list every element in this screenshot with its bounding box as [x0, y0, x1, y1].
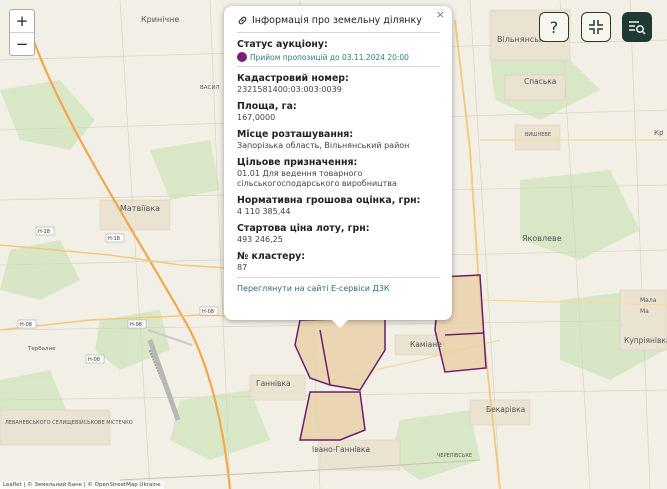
place-label: Яковлеве: [522, 234, 562, 243]
purpose-value: 01.01 Для ведення товарного сільськогосп…: [237, 169, 397, 188]
help-button[interactable]: ?: [539, 12, 569, 42]
link-icon: [238, 16, 247, 24]
start-price-label: Стартова ціна лоту, грн:: [237, 223, 370, 234]
svg-text:H-18: H-18: [108, 236, 120, 242]
svg-text:H-08: H-08: [88, 357, 100, 363]
area-label: Площа, га:: [237, 101, 297, 112]
cadastral-value: 2321581400:03:003:0039: [237, 85, 342, 94]
purpose-label: Цільове призначення:: [237, 157, 358, 168]
place-label: Кринічне: [141, 15, 179, 24]
zoom-control: + −: [9, 9, 35, 56]
svg-text:H-08: H-08: [202, 309, 214, 315]
svg-text:H-08: H-08: [130, 322, 142, 328]
place-label: Вільнянськ: [497, 35, 544, 44]
place-label: ВАСИЛ: [200, 85, 220, 91]
map-frame: Кринічне Вільнянськ Спаська Матвіївка Як…: [0, 0, 667, 489]
status-label: Статус аукціону:: [237, 39, 328, 50]
valuation-value: 4 110 385,44: [237, 207, 291, 216]
place-label: Кр: [654, 129, 664, 137]
popup-close-button[interactable]: ×: [436, 8, 445, 21]
place-label: ВИШНЕВЕ: [525, 132, 551, 138]
zoom-in-button[interactable]: +: [10, 10, 34, 32]
cadastral-label: Кадастровий номер:: [237, 73, 349, 84]
popup-divider: [237, 66, 440, 67]
popup-tip: [331, 319, 349, 328]
status-row: Прийом пропозицій до 03.11.2024 20:00: [237, 52, 440, 62]
svg-text:H-18: H-18: [38, 229, 50, 235]
place-label: Мала: [640, 297, 657, 304]
svg-text:H-08: H-08: [20, 322, 32, 328]
popup-divider: [237, 277, 440, 278]
location-label: Місце розташування:: [237, 129, 354, 140]
area-value: 167,0000: [237, 113, 276, 122]
parcel[interactable]: [299, 391, 366, 441]
map-attribution: Leaflet | © Земельний Банк | © OpenStree…: [0, 481, 164, 489]
zoom-out-button[interactable]: −: [10, 32, 34, 55]
parcel-info-popup: × Інформація про земельну ділянку Статус…: [224, 6, 452, 320]
popup-divider: [237, 32, 440, 33]
place-label: Івано-Ганнівка: [312, 445, 370, 454]
place-label: Каміане: [410, 340, 442, 349]
location-value: Запорізька область, Вільнянський район: [237, 141, 410, 150]
place-label: Ганнівка: [256, 379, 291, 388]
place-label: Матвіївка: [120, 204, 160, 213]
search-list-icon: [629, 21, 646, 35]
cluster-label: № кластеру:: [237, 251, 306, 262]
popup-title: Інформація про земельну ділянку: [252, 14, 422, 26]
search-list-button[interactable]: [622, 12, 652, 42]
status-dot-icon: [237, 52, 247, 62]
valuation-label: Нормативна грошова оцінка, грн:: [237, 195, 421, 206]
place-label: Бекарівка: [486, 405, 525, 414]
popup-header: Інформація про земельну ділянку: [237, 12, 440, 28]
place-label: ЧЕРЕПІВСЬКЕ: [437, 453, 472, 459]
collapse-icon: [589, 20, 603, 34]
place-label: ЛЕВАНЕВСЬКОГО СЕЛИЩЕ: [5, 420, 75, 426]
collapse-button[interactable]: [581, 12, 611, 42]
place-label: Спаська: [524, 77, 556, 86]
cluster-value: 87: [237, 263, 248, 272]
start-price-value: 493 246,25: [237, 235, 283, 244]
place-label: ВІЙСЬКОВЕ МІСТЕЧКО: [75, 419, 133, 426]
place-label: Тербалне: [27, 346, 56, 352]
place-label: Купріянівка: [624, 336, 667, 345]
status-value: Прийом пропозицій до 03.11.2024 20:00: [250, 52, 409, 62]
help-icon: ?: [549, 17, 559, 37]
place-label: Ма: [640, 308, 649, 315]
dzk-services-link[interactable]: Переглянути на сайті Е-сервіси ДЗК: [237, 284, 440, 293]
